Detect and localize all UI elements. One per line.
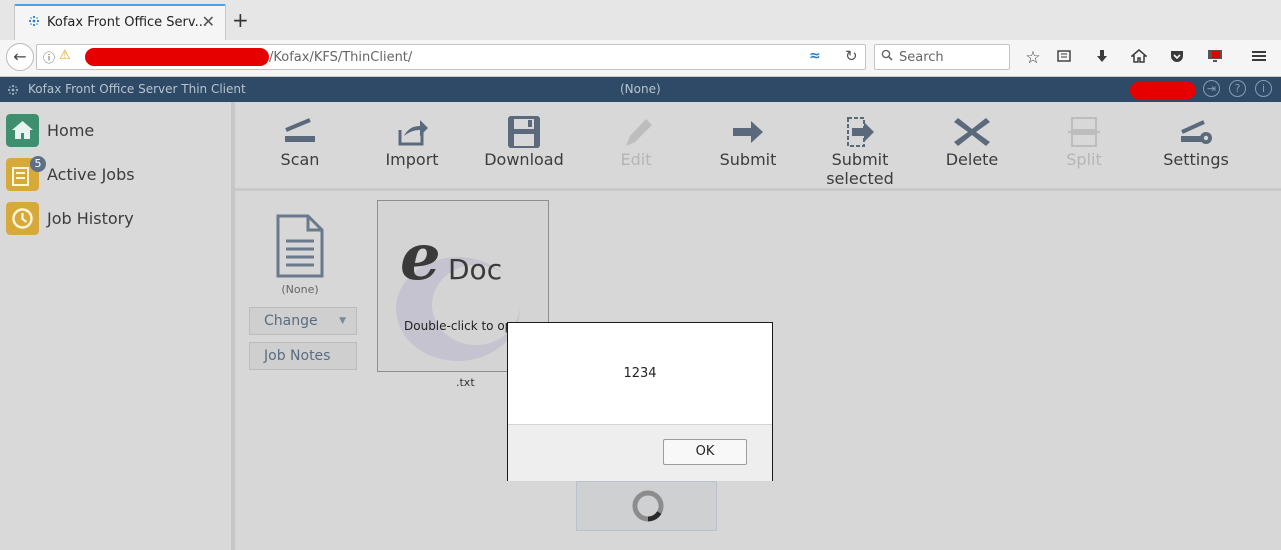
alert-footer: OK [508, 424, 772, 481]
alert-dialog: 1234 OK [507, 322, 773, 481]
modal-overlay: 1234 OK [0, 0, 1281, 550]
alert-message: 1234 [623, 366, 657, 381]
ok-button[interactable]: OK [663, 439, 747, 465]
